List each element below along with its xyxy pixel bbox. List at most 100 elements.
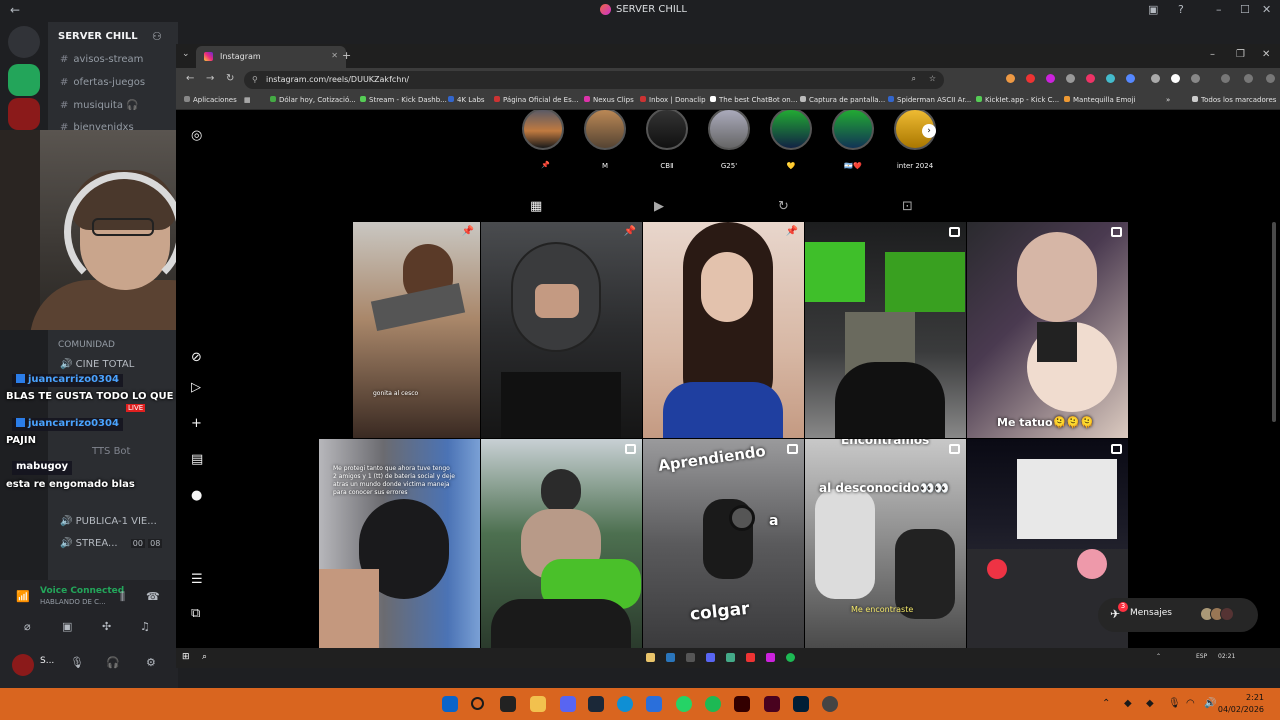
app-icon[interactable]	[646, 696, 662, 712]
steam-icon[interactable]	[666, 653, 675, 662]
bookmark[interactable]: Página Oficial de Es...	[494, 96, 578, 104]
app-icon[interactable]	[686, 653, 695, 662]
bookmark[interactable]: Aplicaciones	[184, 96, 237, 104]
tray-overflow-icon[interactable]: ⌃	[1102, 698, 1110, 709]
username[interactable]: S...	[40, 656, 54, 666]
noise-icon[interactable]: ⫼	[120, 590, 125, 604]
spotify-icon[interactable]	[705, 696, 721, 712]
spotify-icon[interactable]	[786, 653, 795, 662]
bookmark[interactable]: Dólar hoy, Cotizació...	[270, 96, 356, 104]
volume-icon[interactable]: 🔊	[1204, 698, 1216, 709]
extension-icon[interactable]	[1066, 74, 1075, 83]
profile-icon[interactable]	[1191, 74, 1200, 83]
discord-icon[interactable]	[706, 653, 715, 662]
extension-icon[interactable]	[1086, 74, 1095, 83]
app-icon[interactable]	[766, 653, 775, 662]
edge-icon[interactable]	[617, 696, 633, 712]
category-comunidad[interactable]: COMUNIDAD	[58, 340, 115, 350]
reload-icon[interactable]: ↻	[226, 73, 234, 84]
bookmark[interactable]: Captura de pantalla...	[800, 96, 885, 104]
tab-tagged-icon[interactable]: ⊡	[902, 199, 913, 214]
highlight[interactable]	[584, 110, 626, 150]
highlight[interactable]	[832, 110, 874, 150]
more-menu-icon[interactable]: ☰	[191, 572, 203, 587]
tray-app-icon[interactable]: ◆	[1146, 698, 1154, 709]
search-icon[interactable]	[471, 697, 484, 710]
minimize-icon[interactable]: –	[1216, 3, 1222, 16]
disconnect-icon[interactable]: ☎	[146, 590, 160, 603]
extension-icon[interactable]	[1221, 74, 1230, 83]
site-info-icon[interactable]: ⚲	[252, 75, 258, 84]
voice-channel-cine-total[interactable]: 🔊 CINE TOTAL	[60, 359, 134, 370]
bookmark-star-icon[interactable]: ☆	[929, 74, 936, 83]
more-bookmarks-icon[interactable]: »	[1166, 96, 1170, 104]
post-tile[interactable]	[805, 222, 966, 438]
windows-start-icon[interactable]: ⊞	[182, 652, 190, 662]
server-icon-2[interactable]	[8, 98, 40, 130]
post-tile[interactable]	[481, 439, 642, 649]
close-icon[interactable]: ✕	[1262, 3, 1271, 16]
address-bar[interactable]: ⚲ instagram.com/reels/DUUKZakfchn/ ⌕ ☆	[244, 71, 944, 89]
extension-icon[interactable]	[1151, 74, 1160, 83]
bookmark[interactable]: Nexus Clips	[584, 96, 634, 104]
forward-icon[interactable]: →	[206, 73, 214, 84]
file-explorer-icon[interactable]	[530, 696, 546, 712]
windows-start-icon[interactable]	[442, 696, 458, 712]
inner-clock[interactable]: 02:21	[1218, 653, 1235, 660]
tab-reposts-icon[interactable]: ↻	[778, 199, 789, 214]
app-icon[interactable]	[500, 696, 516, 712]
soundboard-icon[interactable]: ♫	[140, 620, 150, 633]
tab-search-icon[interactable]: ⌄	[182, 49, 190, 59]
illustrator-icon[interactable]	[734, 696, 750, 712]
highlight[interactable]	[770, 110, 812, 150]
post-tile[interactable]: Encontramos al desconocido👀👀 Me encontra…	[805, 439, 966, 649]
tray-overflow-icon[interactable]: ⌃	[1156, 653, 1161, 660]
create-icon[interactable]: +	[191, 416, 202, 431]
zoom-icon[interactable]: ⌕	[912, 74, 916, 84]
extension-icon[interactable]	[1171, 74, 1180, 83]
tab-reels-icon[interactable]: ▶	[654, 199, 664, 214]
highlight[interactable]	[522, 110, 564, 150]
add-member-icon[interactable]: ⚇	[152, 30, 162, 43]
highlight[interactable]	[708, 110, 750, 150]
extension-icon[interactable]	[1006, 74, 1015, 83]
headphones-icon[interactable]: 🎧	[106, 656, 120, 669]
clock[interactable]: 2:21 04/02/2026	[1218, 692, 1264, 716]
activities-icon[interactable]: ✣	[102, 620, 111, 633]
indesign-icon[interactable]	[764, 696, 780, 712]
app-icon[interactable]	[822, 696, 838, 712]
menu-icon[interactable]	[1266, 74, 1275, 83]
new-tab-button[interactable]: +	[342, 49, 351, 62]
wifi-icon[interactable]: ◠	[1186, 698, 1195, 709]
extension-icon[interactable]	[1106, 74, 1115, 83]
bookmark[interactable]: The best ChatBot on...	[710, 96, 797, 104]
highlight[interactable]	[646, 110, 688, 150]
bookmark[interactable]: 4K Labs	[448, 96, 485, 104]
app-icon[interactable]	[746, 653, 755, 662]
help-icon[interactable]: ?	[1178, 3, 1184, 16]
avatar[interactable]	[12, 654, 34, 676]
discord-icon[interactable]	[560, 696, 576, 712]
reels-icon[interactable]: ▷	[191, 380, 201, 395]
bookmark[interactable]: Mantequilla Emoji	[1064, 96, 1135, 104]
bookmark[interactable]: Inbox | Donaclip	[640, 96, 706, 104]
language-indicator[interactable]: ESP	[1196, 653, 1207, 660]
chrome-icon[interactable]	[726, 653, 735, 662]
bookmark-folder[interactable]: Todos los marcadores	[1192, 96, 1276, 104]
voice-user-tts-bot[interactable]: TTS Bot	[92, 446, 130, 457]
close-tab-icon[interactable]: ✕	[331, 51, 338, 60]
maximize-icon[interactable]: ☐	[1240, 3, 1250, 16]
bookmark[interactable]: KickIet.app - Kick C...	[976, 96, 1059, 104]
voice-channel-stream[interactable]: 🔊 STREA... 00 08	[60, 538, 163, 549]
instagram-logo-icon[interactable]: ◎	[191, 128, 202, 143]
back-icon[interactable]: ←	[186, 73, 194, 84]
post-tile[interactable]: 📌 gonita al cesco	[353, 222, 480, 438]
post-tile[interactable]: Me protegi tanto que ahora tuve tengo 2 …	[319, 439, 480, 649]
dashboard-icon[interactable]: ▤	[191, 452, 203, 467]
mic-icon[interactable]: 🎙	[1168, 698, 1181, 709]
voice-channel-publica[interactable]: 🔊 PUBLICA-1 VIE...	[60, 516, 157, 527]
file-explorer-icon[interactable]	[646, 653, 655, 662]
extension-icon[interactable]	[1126, 74, 1135, 83]
camera-off-icon[interactable]: ⌀	[24, 620, 31, 633]
extension-icon[interactable]	[1244, 74, 1253, 83]
